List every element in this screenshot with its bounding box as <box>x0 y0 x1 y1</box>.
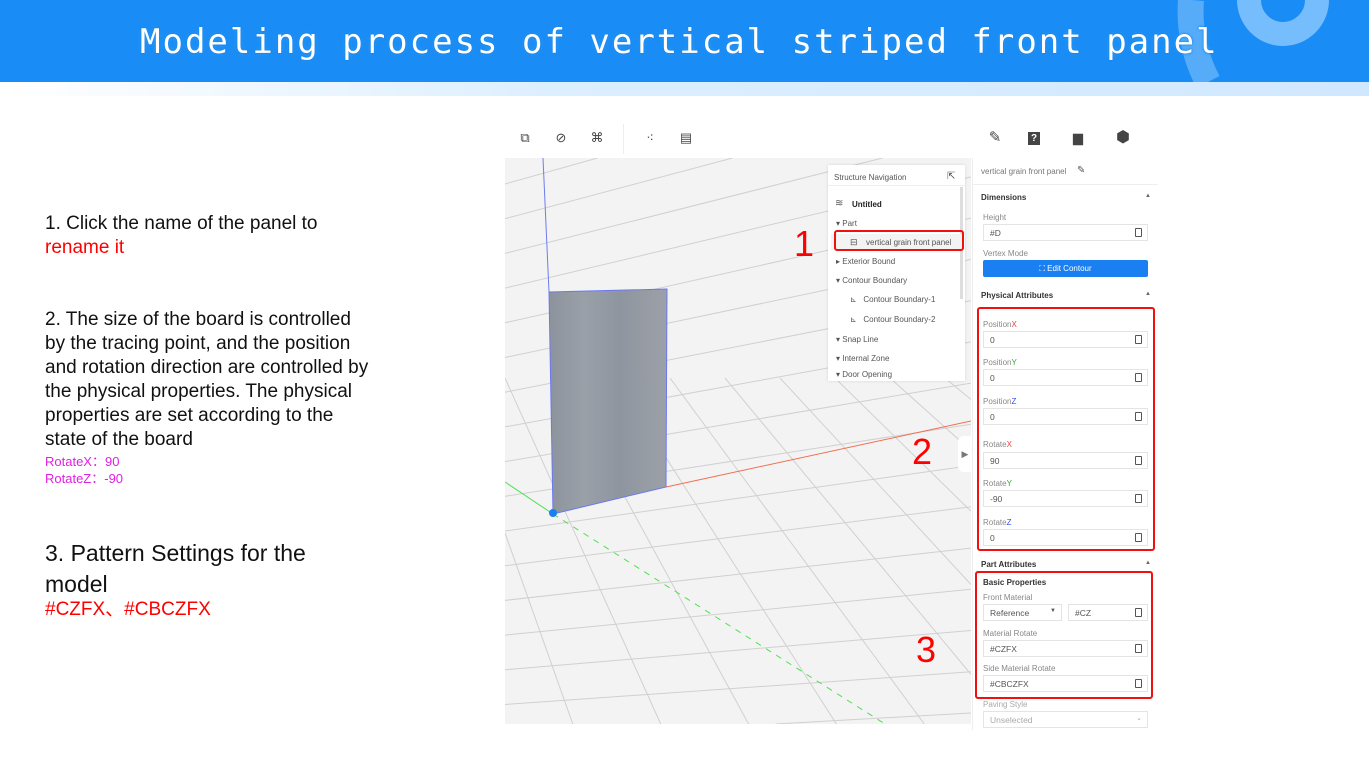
grid-line <box>505 671 971 705</box>
annotation-3: 3 <box>916 629 937 670</box>
banner-strip <box>0 82 1369 96</box>
grid-line <box>775 712 971 724</box>
nav-item-snap[interactable]: ▾ Snap Line <box>836 335 878 344</box>
grid-line <box>944 377 971 400</box>
annotation-2: 2 <box>912 431 933 472</box>
link-icon[interactable]: ⊘ <box>553 130 569 146</box>
collapse-icon[interactable]: ▲ <box>1145 193 1151 199</box>
nav-root[interactable]: Untitled <box>852 200 882 209</box>
part-name[interactable]: vertical grain front panel <box>981 167 1066 176</box>
grid-line <box>505 506 971 567</box>
step2-line: the physical properties. The physical <box>45 381 352 402</box>
front-panel-board <box>548 288 668 515</box>
grid-line <box>669 377 925 724</box>
step2-line: and rotation direction are controlled by <box>45 357 369 378</box>
step1-text: 1. Click the name of the panel to <box>45 213 318 234</box>
help-icon[interactable]: ? <box>1028 132 1040 145</box>
nav-item-label: Door Opening <box>842 370 893 379</box>
z-axis-line <box>542 158 550 293</box>
structure-navigation: Structure Navigation ⇱ ≋ Untitled ▾ Part… <box>828 165 965 381</box>
grid-line <box>834 377 971 512</box>
section-part: Part Attributes <box>981 560 1037 569</box>
input-value: #D <box>990 228 1001 238</box>
formula-icon[interactable] <box>1135 228 1142 237</box>
nav-item-label: Contour Boundary <box>842 276 908 285</box>
edit-contour-button[interactable]: ⛶ Edit Contour <box>983 260 1148 277</box>
grid-line <box>505 588 971 636</box>
height-label: Height <box>983 213 1007 222</box>
nav-item-exterior[interactable]: ▸ Exterior Bound <box>836 257 895 266</box>
chevron-down-icon: ⌄ <box>1136 715 1142 722</box>
nav-item-door[interactable]: ▾ Door Opening <box>836 370 892 379</box>
settings-icon[interactable]: ⬢ <box>1115 130 1131 146</box>
nav-item-label: Part <box>842 219 857 228</box>
button-label: Edit Contour <box>1047 264 1092 273</box>
step3-text: model <box>45 571 108 597</box>
nav-item-contour-1[interactable]: ⊾ Contour Boundary-1 <box>850 295 935 304</box>
collapse-icon[interactable]: ▲ <box>1145 291 1151 297</box>
nav-item-label: Contour Boundary-1 <box>863 295 936 304</box>
step2-line: 2. The size of the board is controlled <box>45 309 351 330</box>
page-title: Modeling process of vertical striped fro… <box>140 22 1219 62</box>
step2-line: properties are set according to the <box>45 405 334 426</box>
nav-divider <box>828 185 965 186</box>
toolbar: ⧉ ⊘ ⌘ ⁖ ▤ ✎ ? ▆ ⬢ <box>505 120 1160 158</box>
select-value: Unselected <box>990 715 1033 725</box>
collapse-icon[interactable]: ▲ <box>1145 560 1151 566</box>
height-input[interactable]: #D <box>983 224 1148 241</box>
step3-text: 3. Pattern Settings for the <box>45 540 306 566</box>
toolbar-divider <box>623 124 624 154</box>
highlight-box-1 <box>834 230 964 251</box>
file-icon[interactable]: ▆ <box>1070 130 1086 146</box>
nav-item-part[interactable]: ▾ Part <box>836 219 857 228</box>
panel-divider <box>973 184 1158 185</box>
grid-line <box>505 630 971 671</box>
highlight-box-3 <box>975 571 1153 699</box>
y-axis-dashed <box>552 513 886 724</box>
nav-item-label: Internal Zone <box>842 354 890 363</box>
step3-codes: #CZFX、#CBCZFX <box>45 599 211 620</box>
rename-pencil-icon[interactable]: ✎ <box>1077 165 1085 176</box>
document-edit-icon[interactable]: ▤ <box>678 130 694 146</box>
nav-item-label: Exterior Bound <box>842 257 896 266</box>
annotation-1: 1 <box>794 223 815 264</box>
layers-icon: ≋ <box>835 198 844 209</box>
grid-line <box>779 377 971 585</box>
nav-item-label: Contour Boundary-2 <box>863 315 936 324</box>
paving-style-select[interactable]: Unselected ⌄ <box>983 711 1148 728</box>
highlight-box-2 <box>977 307 1155 551</box>
nav-item-label: Snap Line <box>842 335 879 344</box>
grid-line <box>505 158 598 185</box>
expand-icon[interactable]: ⇱ <box>947 171 955 182</box>
grid-line <box>505 158 733 220</box>
step1-highlight: rename it <box>45 237 125 258</box>
grid-line <box>505 158 883 254</box>
y-axis-line <box>505 481 554 515</box>
nav-item-internal[interactable]: ▾ Internal Zone <box>836 354 889 363</box>
nav-item-contour-2[interactable]: ⊾ Contour Boundary-2 <box>850 315 935 324</box>
paving-style-label: Paving Style <box>983 700 1028 709</box>
collapse-panel-button[interactable]: ▶ <box>958 436 972 472</box>
step2-rotate-z: RotateZ：-90 <box>45 471 124 486</box>
nav-title: Structure Navigation <box>834 173 907 182</box>
pencil-icon[interactable]: ✎ <box>987 130 1003 146</box>
step2-line: state of the board <box>45 429 193 450</box>
step2-line: by the tracing point, and the position <box>45 333 351 354</box>
section-physical: Physical Attributes <box>981 291 1054 300</box>
step2-rotate-x: RotateX：90 <box>45 454 120 469</box>
nodes-icon[interactable]: ⁖ <box>642 130 658 146</box>
vertex-mode-label: Vertex Mode <box>983 249 1028 258</box>
section-dimensions: Dimensions <box>981 193 1027 202</box>
tracing-point <box>549 509 557 517</box>
decorative-ring <box>1237 0 1329 46</box>
group-icon[interactable]: ⌘ <box>589 130 605 146</box>
grid-line <box>505 547 971 601</box>
nav-item-contour[interactable]: ▾ Contour Boundary <box>836 276 907 285</box>
cube-view-icon[interactable]: ⧉ <box>517 130 533 146</box>
